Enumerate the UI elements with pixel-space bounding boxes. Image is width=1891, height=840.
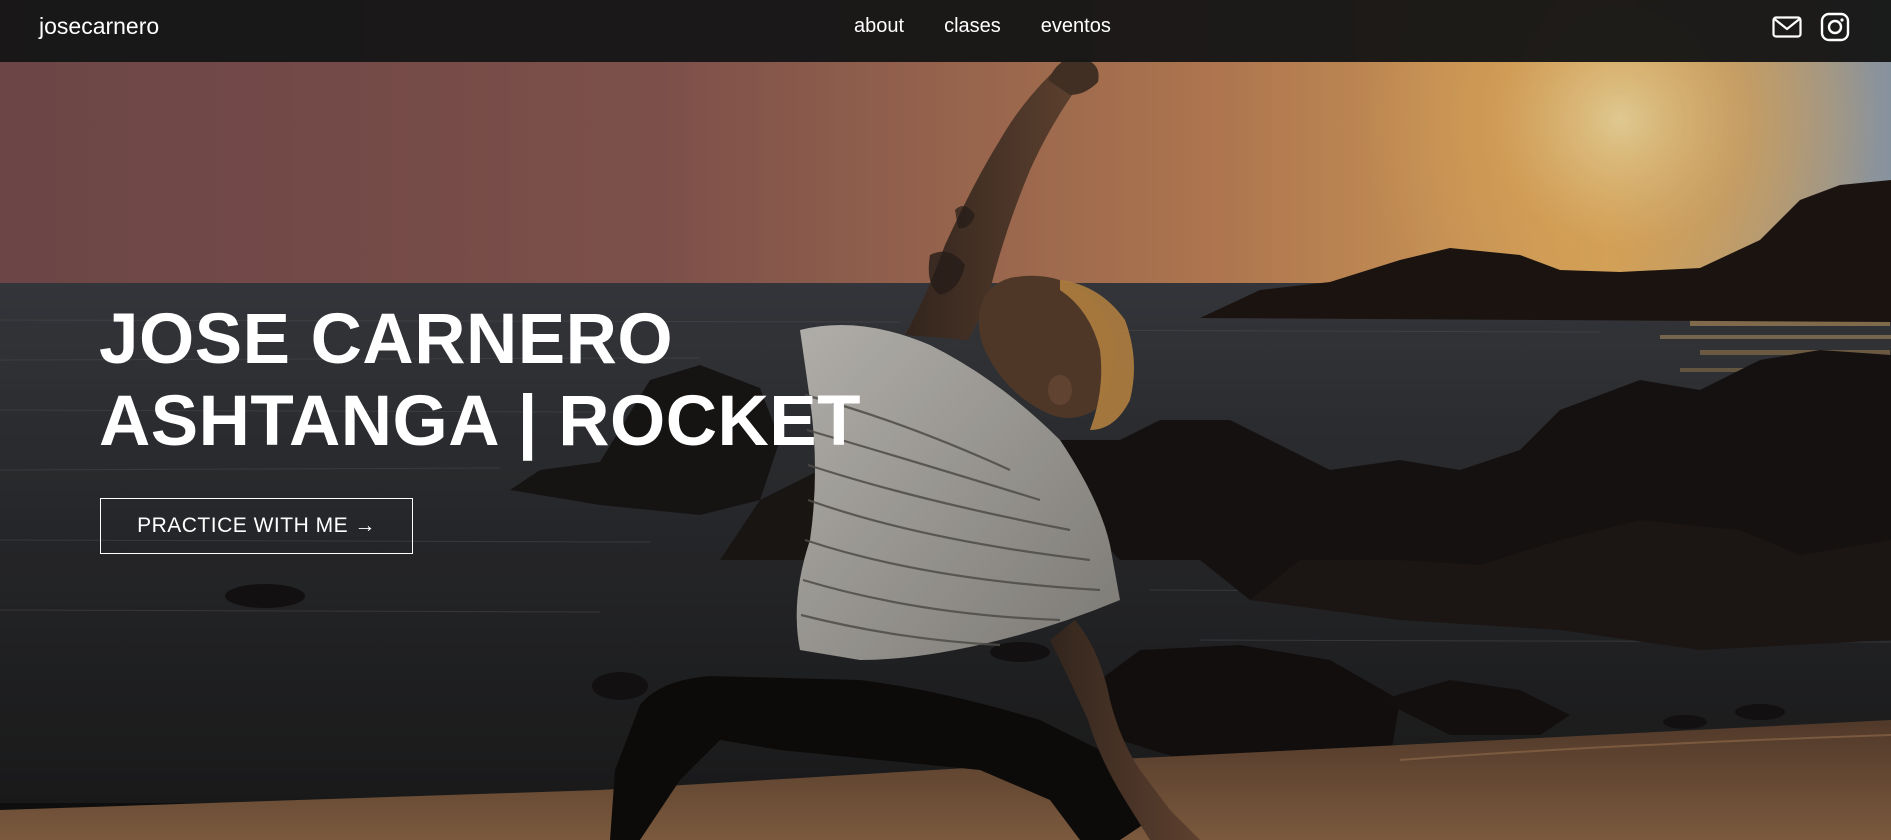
instagram-icon[interactable] xyxy=(1819,12,1851,42)
practice-with-me-button[interactable]: PRACTICE WITH ME → xyxy=(100,498,413,554)
hero-title-line-2: ASHTANGA | ROCKET xyxy=(99,382,862,461)
hero-title-line-1: JOSE CARNERO xyxy=(99,300,674,379)
nav-link-clases[interactable]: clases xyxy=(944,15,1001,38)
site-logo[interactable]: josecarnero xyxy=(39,13,159,40)
nav-link-about[interactable]: about xyxy=(854,15,904,38)
hero-title: JOSE CARNERO ASHTANGA | ROCKET xyxy=(99,299,861,463)
top-navbar: josecarnero about clases eventos xyxy=(0,0,1891,62)
hero-section: josecarnero about clases eventos JOSE CA… xyxy=(0,0,1891,840)
social-icons xyxy=(1771,12,1891,42)
nav-links: about clases eventos xyxy=(854,15,1111,38)
nav-link-eventos[interactable]: eventos xyxy=(1041,15,1111,38)
mail-icon[interactable] xyxy=(1771,12,1803,42)
